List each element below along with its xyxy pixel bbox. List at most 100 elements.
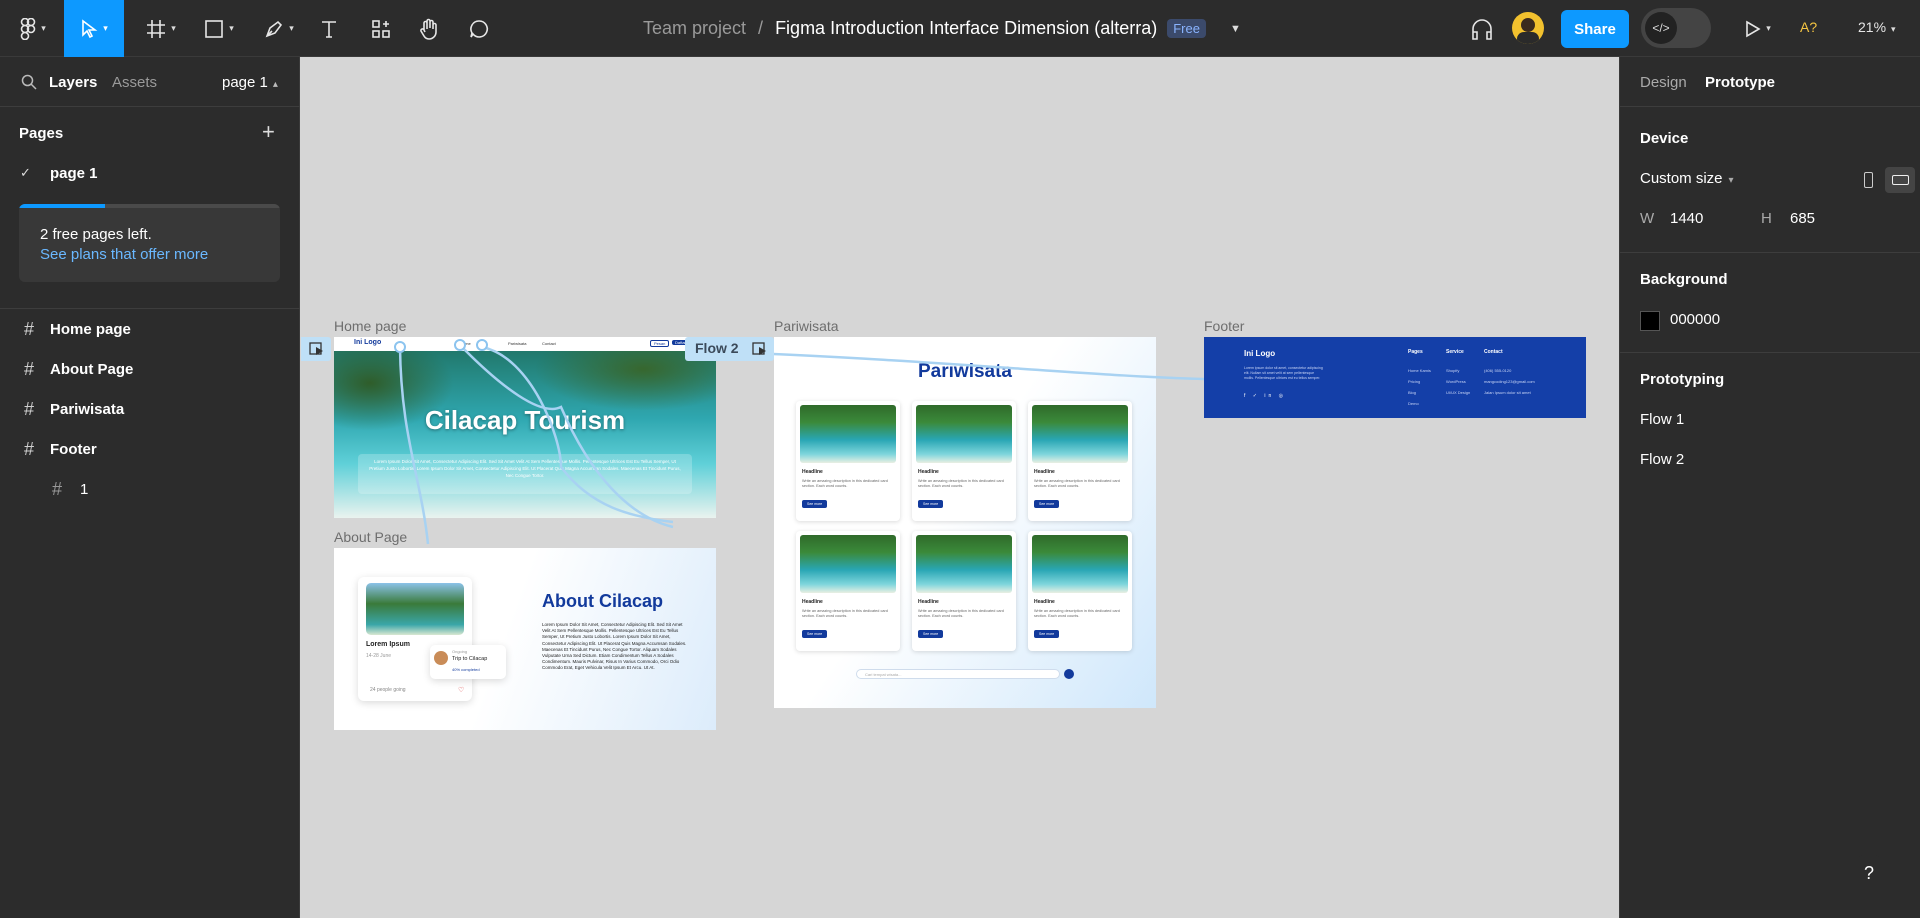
connection-line bbox=[481, 345, 674, 524]
frame-hash-icon: # bbox=[24, 398, 35, 419]
width-input[interactable]: 1440 bbox=[1670, 210, 1703, 227]
add-page-plus-icon[interactable]: + bbox=[262, 119, 275, 145]
layer-home-page[interactable]: # Home page bbox=[0, 311, 300, 347]
width-label: W bbox=[1640, 210, 1655, 227]
chevron-up-icon: ▴ bbox=[272, 79, 278, 90]
text-icon bbox=[322, 20, 336, 38]
tab-assets[interactable]: Assets bbox=[112, 74, 157, 91]
landscape-icon bbox=[1891, 175, 1909, 185]
flow-start-tag[interactable] bbox=[301, 337, 331, 361]
connection-node bbox=[476, 339, 488, 351]
flow-start-icon bbox=[309, 342, 323, 355]
file-menu-chevron-icon[interactable]: ▼ bbox=[1230, 23, 1241, 35]
prototyping-heading: Prototyping bbox=[1640, 371, 1725, 388]
code-icon: </> bbox=[1645, 12, 1677, 44]
free-pages-notice: 2 free pages left. See plans that offer … bbox=[19, 204, 280, 282]
shape-tool-button[interactable]: ▾ bbox=[194, 0, 244, 57]
zoom-value: 21% bbox=[1858, 19, 1887, 35]
portrait-icon bbox=[1863, 172, 1873, 188]
tab-design[interactable]: Design bbox=[1640, 74, 1687, 91]
cursor-icon bbox=[82, 18, 98, 38]
rectangle-icon bbox=[205, 19, 224, 38]
landscape-orientation-button[interactable] bbox=[1885, 167, 1915, 193]
text-tool-button[interactable] bbox=[314, 0, 344, 57]
height-input[interactable]: 685 bbox=[1790, 210, 1815, 227]
avatar[interactable] bbox=[1512, 12, 1544, 44]
audio-button[interactable] bbox=[1467, 0, 1497, 57]
file-title-area: Team project / Figma Introduction Interf… bbox=[643, 0, 1241, 57]
layer-label: Home page bbox=[50, 320, 131, 338]
pen-icon bbox=[265, 20, 283, 37]
background-color-swatch[interactable] bbox=[1640, 311, 1660, 331]
breadcrumb-team[interactable]: Team project bbox=[643, 18, 746, 39]
search-icon[interactable] bbox=[21, 74, 37, 90]
current-page-label: page 1 bbox=[222, 74, 268, 91]
canvas[interactable]: Home page Ini Logo Home Pariwisata Conta… bbox=[301, 57, 1619, 918]
connection-node bbox=[454, 339, 466, 351]
device-value: Custom size bbox=[1640, 170, 1723, 187]
play-icon bbox=[1746, 20, 1761, 37]
present-button[interactable]: ▾ bbox=[1738, 0, 1778, 57]
main-menu-button[interactable]: ▾ bbox=[8, 0, 58, 57]
layer-footer[interactable]: # Footer bbox=[0, 431, 300, 467]
move-tool-button[interactable]: ▾ bbox=[64, 0, 124, 57]
portrait-orientation-button[interactable] bbox=[1855, 167, 1881, 193]
resources-icon bbox=[372, 19, 390, 38]
file-name[interactable]: Figma Introduction Interface Dimension (… bbox=[775, 18, 1157, 39]
breadcrumb-separator: / bbox=[758, 18, 764, 38]
help-button[interactable]: ? bbox=[1850, 854, 1888, 892]
background-heading: Background bbox=[1640, 271, 1728, 288]
page-item-page-1[interactable]: page 1 bbox=[50, 165, 98, 182]
right-sidebar: Design Prototype Device Custom size ▾ W 1… bbox=[1619, 57, 1920, 918]
checkmark-icon: ✓ bbox=[20, 165, 31, 180]
share-button[interactable]: Share bbox=[1561, 10, 1629, 48]
see-plans-link[interactable]: See plans that offer more bbox=[40, 246, 208, 263]
left-sidebar: Layers Assets page 1 ▴ Pages + ✓ page 1 2… bbox=[0, 57, 300, 918]
layer-label: Footer bbox=[50, 440, 97, 458]
tab-layers[interactable]: Layers bbox=[49, 74, 97, 91]
layer-pariwisata[interactable]: # Pariwisata bbox=[0, 391, 300, 427]
device-heading: Device bbox=[1640, 130, 1689, 147]
background-hex-input[interactable]: 000000 bbox=[1670, 311, 1720, 328]
figma-logo-icon bbox=[20, 17, 36, 40]
frame-hash-icon: # bbox=[24, 318, 35, 339]
frame-hash-icon bbox=[147, 19, 166, 38]
comment-icon bbox=[470, 19, 488, 38]
notice-text: 2 free pages left. bbox=[40, 226, 152, 243]
layer-about-page[interactable]: # About Page bbox=[0, 351, 300, 387]
page-limit-progress bbox=[19, 204, 280, 208]
layer-label: About Page bbox=[50, 360, 134, 378]
connection-node bbox=[394, 341, 406, 353]
chevron-down-icon: ▾ bbox=[1728, 175, 1734, 186]
layer-label: Pariwisata bbox=[50, 400, 125, 418]
question-icon: ? bbox=[1863, 862, 1874, 883]
prototype-connections bbox=[394, 339, 1205, 545]
flow-2-item[interactable]: Flow 2 bbox=[1640, 451, 1684, 468]
zoom-dropdown[interactable]: 21% ▾ bbox=[1858, 19, 1896, 35]
frame-hash-icon: # bbox=[24, 438, 35, 459]
top-toolbar: ▾ ▾ ▾ ▾ ▾ Team project / Figma Introduct… bbox=[0, 0, 1920, 57]
layer-label: 1 bbox=[80, 480, 89, 498]
connection-line bbox=[459, 344, 674, 529]
dev-mode-toggle[interactable]: </> bbox=[1641, 8, 1711, 48]
frame-hash-icon: # bbox=[24, 358, 35, 379]
headphones-icon bbox=[1472, 18, 1492, 40]
page-switcher[interactable]: page 1 ▴ bbox=[222, 74, 278, 91]
hand-tool-button[interactable] bbox=[414, 0, 444, 57]
hand-icon bbox=[420, 18, 437, 40]
pages-heading: Pages bbox=[19, 125, 64, 142]
resources-tool-button[interactable] bbox=[366, 0, 396, 57]
frame-tool-button[interactable]: ▾ bbox=[136, 0, 186, 57]
tab-prototype[interactable]: Prototype bbox=[1705, 74, 1775, 91]
frame-hash-icon: # bbox=[52, 478, 63, 499]
height-label: H bbox=[1761, 210, 1772, 227]
layer-1[interactable]: #1 bbox=[0, 471, 300, 507]
connection-line bbox=[398, 346, 430, 545]
flow-start-icon bbox=[752, 342, 766, 355]
missing-font-indicator[interactable]: A? bbox=[1800, 19, 1817, 35]
device-select[interactable]: Custom size ▾ bbox=[1640, 170, 1734, 187]
flow-1-item[interactable]: Flow 1 bbox=[1640, 411, 1684, 428]
flow-2-tag[interactable]: Flow 2 bbox=[685, 337, 774, 361]
pen-tool-button[interactable]: ▾ bbox=[254, 0, 304, 57]
comment-tool-button[interactable] bbox=[464, 0, 494, 57]
